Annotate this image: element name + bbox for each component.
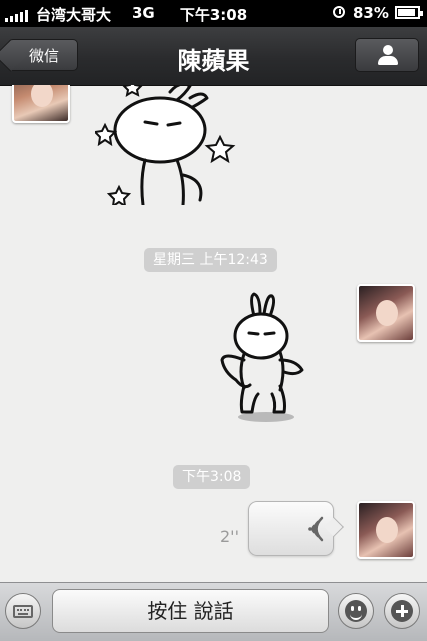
contact-avatar[interactable] bbox=[12, 85, 70, 123]
my-avatar[interactable] bbox=[357, 284, 415, 342]
input-bar: 按住 說話 bbox=[0, 582, 427, 641]
rabbit-sticker-sent[interactable] bbox=[214, 290, 314, 425]
contact-profile-button[interactable] bbox=[355, 38, 419, 72]
battery-icon bbox=[395, 6, 423, 19]
rabbit-sticker-received[interactable] bbox=[95, 85, 245, 205]
battery-percent: 83% bbox=[353, 4, 389, 22]
person-icon bbox=[378, 45, 398, 65]
rotation-lock-icon bbox=[333, 6, 345, 18]
status-bar: 台湾大哥大 3G 下午3:08 83% bbox=[0, 0, 427, 27]
keyboard-toggle-button[interactable] bbox=[5, 593, 41, 629]
message-timestamp: 下午3:08 bbox=[173, 465, 251, 489]
hold-to-talk-button[interactable]: 按住 說話 bbox=[52, 589, 329, 633]
plus-icon bbox=[391, 600, 413, 622]
navigation-bar: 微信 陳蘋果 bbox=[0, 27, 427, 86]
message-timestamp: 星期三 上午12:43 bbox=[144, 248, 277, 272]
smiley-icon bbox=[345, 600, 367, 622]
keyboard-icon bbox=[13, 605, 33, 618]
sound-wave-icon bbox=[308, 516, 324, 542]
my-avatar[interactable] bbox=[357, 501, 415, 559]
more-options-button[interactable] bbox=[384, 593, 420, 629]
voice-message-duration: 2'' bbox=[220, 527, 239, 546]
emoji-button[interactable] bbox=[338, 593, 374, 629]
voice-message-bubble[interactable] bbox=[248, 501, 334, 556]
chat-area[interactable]: 星期三 上午12:43 下午3:08 2'' bbox=[0, 85, 427, 582]
